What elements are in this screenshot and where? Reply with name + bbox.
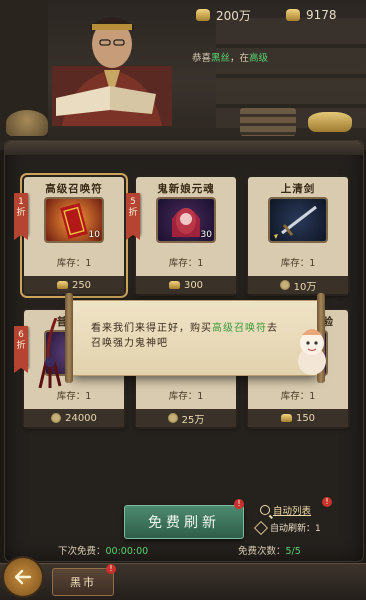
discount-suffix: 折 (16, 341, 26, 351)
price-value: 24000 (65, 412, 97, 424)
price-value: 10万 (293, 281, 317, 293)
gold-ingot-icon (168, 281, 180, 289)
card-title: 上清剑 (280, 183, 316, 195)
discount-tag: 6折 (14, 326, 28, 373)
discount-suffix: 折 (128, 208, 138, 218)
greeting-place: 高级 (249, 53, 269, 64)
card-stock: 库存：1 (280, 258, 316, 269)
card-stock: 库存：1 (168, 391, 204, 402)
card-stock: 库存：1 (168, 258, 204, 269)
card-stock: 库存：1 (280, 391, 316, 402)
discount-tag: 5折 (126, 193, 140, 240)
card-price: 250 (24, 276, 124, 294)
discount-number: 6 (18, 330, 24, 340)
back-button[interactable] (4, 558, 42, 596)
greeting-mid: ，在 (230, 53, 250, 64)
greeting-name: 黑丝 (211, 53, 231, 64)
notification-dot: ! (322, 497, 332, 507)
shopkeeper-portrait (52, 17, 172, 126)
card-price: 300 (136, 276, 236, 294)
card-price: 25万 (136, 409, 236, 427)
market-tab-label: 黑市 (70, 576, 96, 589)
discount-tag: 1折 (14, 193, 28, 240)
talisman-icon: 10 (46, 199, 102, 241)
free-times-counter: 免费次数：5/5 (238, 543, 301, 557)
auto-refresh-toggle[interactable]: 自动刷新：1 (253, 520, 321, 535)
card-price: 150 (248, 409, 348, 427)
mascot-character (298, 329, 326, 375)
book-stack (240, 108, 296, 136)
bottom-bar: 黑市 ! (0, 558, 366, 600)
coin-pouch-icon (167, 413, 178, 423)
discount-number: 5 (130, 197, 136, 207)
dialog-text: 看来我们来得正好，购买高级召唤符去召唤强力鬼神吧 (91, 321, 283, 351)
next-free-value: 00:00:00 (105, 546, 149, 557)
coin-pouch-icon (279, 280, 290, 290)
card-price: 10万 (248, 276, 348, 294)
auto-list-label: 自动列表 (273, 506, 312, 517)
checkbox-icon (253, 520, 269, 535)
coin-icon (196, 9, 210, 21)
npc-dialog[interactable]: 看来我们来得正好，购买高级召唤符去召唤强力鬼神吧 (65, 293, 325, 383)
panel-header-trim (5, 141, 363, 155)
gold-ingot-decoration (308, 112, 352, 132)
card-quantity: 10 (88, 230, 100, 240)
search-icon (260, 505, 270, 515)
gold-ingot-icon (280, 414, 292, 422)
scroll-rod-left (65, 293, 73, 383)
free-refresh-button[interactable]: 免费刷新 (124, 505, 244, 539)
sword-icon (270, 199, 326, 241)
card-title: 鬼新娘元魂 (157, 183, 215, 195)
free-times-value: 5/5 (285, 546, 301, 557)
lamp-decoration (6, 110, 48, 136)
ghost-bride-icon: 30 (158, 199, 214, 241)
card-title: 高级召唤符 (45, 183, 103, 195)
back-arrow-icon (14, 569, 32, 585)
price-value: 250 (71, 279, 92, 291)
gold-ingot-icon (286, 9, 300, 21)
greeting-text: 恭喜黑丝，在高级 (192, 50, 268, 64)
discount-number: 1 (18, 197, 24, 207)
price-value: 300 (183, 279, 204, 291)
notification-dot: ! (106, 564, 116, 574)
card-stock: 库存：1 (56, 258, 92, 269)
coin-pouch-icon (51, 413, 62, 423)
card-price: 24000 (24, 409, 124, 427)
money-value: 200万 (216, 8, 251, 23)
shop-card-3[interactable]: 上清剑 库存：1 10万 (248, 177, 348, 294)
card-quantity: 30 (200, 230, 212, 240)
refresh-label: 免费刷新 (148, 515, 220, 531)
greeting-prefix: 恭喜 (192, 53, 212, 64)
shop-scene: 200万 9178 恭喜黑丝，在高级 (0, 0, 366, 150)
dialog-text-part1: 看来我们来得正好，购买 (91, 323, 212, 334)
next-free-label: 下次免费： (58, 546, 106, 557)
discount-suffix: 折 (16, 208, 26, 218)
gold-counter: 9178 (286, 7, 337, 23)
next-free-timer: 下次免费：00:00:00 (58, 543, 148, 557)
free-times-label: 免费次数： (238, 546, 286, 557)
dialog-highlight: 高级召唤符 (212, 323, 267, 334)
shop-card-2[interactable]: 鬼新娘元魂 30 库存：1 300 5折 (126, 177, 236, 294)
black-market-tab[interactable]: 黑市 (52, 568, 114, 596)
price-value: 25万 (181, 414, 205, 426)
gold-ingot-icon (56, 281, 68, 289)
notification-dot: ! (234, 499, 244, 509)
auto-refresh-label: 自动刷新：1 (270, 524, 321, 534)
card-stock: 库存：1 (56, 391, 92, 402)
price-value: 150 (295, 412, 316, 424)
auto-list-link[interactable]: 自动列表 (260, 503, 311, 517)
shop-card-1[interactable]: 高级召唤符 10 库存：1 250 1折 (14, 177, 124, 294)
money-counter: 200万 (196, 7, 251, 23)
gold-value: 9178 (306, 8, 337, 22)
